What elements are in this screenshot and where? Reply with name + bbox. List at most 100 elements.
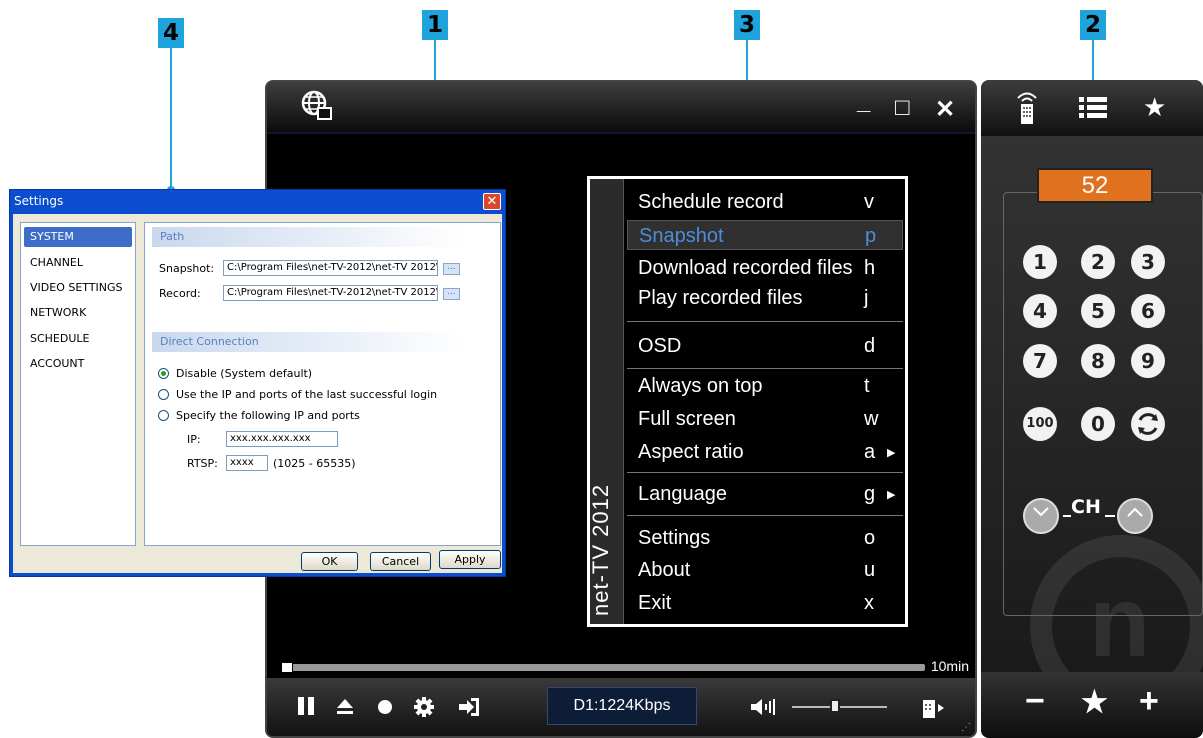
key-5[interactable]: 5 [1081, 294, 1115, 328]
submenu-arrow-icon: ▶ [887, 489, 896, 501]
eject-icon[interactable] [335, 696, 355, 720]
volume-knob[interactable] [830, 699, 840, 713]
menu-item-always-on-top[interactable]: Always on top t [627, 371, 903, 401]
playback-progress-bar[interactable] [281, 662, 925, 673]
ch-line-left [1063, 515, 1071, 517]
remote-icon[interactable] [1015, 90, 1039, 130]
key-6[interactable]: 6 [1131, 294, 1165, 328]
menu-item-label: Language [638, 483, 727, 505]
duration-label: 10min [930, 658, 969, 674]
close-button[interactable]: ✕ [935, 98, 955, 122]
gear-icon[interactable] [413, 696, 435, 722]
nav-item-schedule[interactable]: SCHEDULE [24, 329, 132, 349]
menu-item-key: g [864, 483, 876, 505]
volume-down-button[interactable]: − [1025, 684, 1045, 718]
menu-separator [627, 472, 903, 473]
bitrate-display: D1:1224Kbps [547, 687, 697, 725]
maximize-button[interactable]: □ [895, 96, 910, 120]
globe-icon[interactable] [301, 90, 333, 127]
player-titlebar[interactable]: _ □ ✕ [267, 82, 975, 134]
progress-knob[interactable] [281, 662, 293, 673]
resize-grip-icon[interactable]: ⋰ [961, 723, 971, 733]
key-2[interactable]: 2 [1081, 245, 1115, 279]
key-1[interactable]: 1 [1023, 245, 1057, 279]
menu-item-label: About [638, 559, 691, 581]
context-menu: net-TV 2012 Schedule record v Snapshot p D… [587, 176, 908, 627]
menu-side-banner: net-TV 2012 [588, 179, 624, 624]
menu-item-key: p [865, 225, 877, 247]
channel-up-button[interactable] [1117, 498, 1153, 534]
dialog-close-button[interactable]: ✕ [483, 193, 501, 210]
menu-item-snapshot[interactable]: Snapshot p [627, 220, 903, 250]
menu-item-label: Exit [638, 592, 672, 614]
nav-item-channel[interactable]: CHANNEL [24, 253, 132, 273]
menu-item-aspect-ratio[interactable]: Aspect ratio a ▶ [627, 437, 903, 467]
key-100[interactable]: 100 [1023, 407, 1057, 441]
snapshot-path-field[interactable]: C:\Program Files\net-TV-2012\net-TV 2012… [223, 260, 438, 276]
key-3[interactable]: 3 [1131, 245, 1165, 279]
direct-connection-header: Direct Connection [152, 332, 464, 352]
menu-item-key: o [864, 527, 876, 549]
nav-item-video-settings[interactable]: VIDEO SETTINGS [24, 278, 132, 298]
pause-icon[interactable] [297, 696, 315, 720]
key-8[interactable]: 8 [1081, 344, 1115, 378]
record-icon[interactable] [375, 696, 395, 720]
add-favorite-star-icon[interactable]: ★ [1081, 686, 1108, 720]
option-last-login-label: Use the IP and ports of the last success… [176, 388, 438, 401]
radio-disable[interactable] [158, 368, 169, 379]
menu-item-download-recorded[interactable]: Download recorded files h [627, 253, 903, 283]
menu-item-label: Play recorded files [638, 287, 803, 309]
cancel-button[interactable]: Cancel [370, 552, 431, 571]
key-9[interactable]: 9 [1131, 344, 1165, 378]
apply-button[interactable]: Apply [439, 550, 501, 569]
channel-down-button[interactable] [1023, 498, 1059, 534]
nav-item-system[interactable]: SYSTEM [24, 227, 132, 247]
menu-item-label: Full screen [638, 408, 736, 430]
recall-icon[interactable] [1131, 407, 1165, 441]
menu-item-label: Aspect ratio [638, 441, 744, 463]
menu-item-settings[interactable]: Settings o [627, 523, 903, 553]
record-path-field[interactable]: C:\Program Files\net-TV-2012\net-TV 2012… [223, 285, 438, 301]
menu-item-language[interactable]: Language g ▶ [627, 479, 903, 509]
menu-item-about[interactable]: About u [627, 555, 903, 585]
menu-item-exit[interactable]: Exit x [627, 588, 903, 618]
nav-item-network[interactable]: NETWORK [24, 303, 132, 323]
menu-item-osd[interactable]: OSD d [627, 331, 903, 361]
callout-4: 4 [158, 18, 184, 48]
key-4[interactable]: 4 [1023, 294, 1057, 328]
menu-item-key: h [864, 257, 876, 279]
menu-item-key: a [864, 441, 876, 463]
menu-item-key: x [864, 592, 874, 614]
settings-content: Path Snapshot: C:\Program Files\net-TV-2… [144, 222, 501, 546]
favorites-star-icon[interactable]: ★ [1143, 94, 1166, 120]
ip-field[interactable]: xxx.xxx.xxx.xxx [226, 431, 338, 447]
snapshot-browse-button[interactable]: ... [443, 263, 460, 275]
rtsp-field[interactable]: xxxx [226, 455, 268, 471]
menu-item-full-screen[interactable]: Full screen w [627, 404, 903, 434]
record-browse-button[interactable]: ... [443, 288, 460, 300]
remote-toolbar: ★ [981, 80, 1203, 136]
menu-item-schedule-record[interactable]: Schedule record v [627, 187, 903, 217]
login-icon[interactable] [457, 696, 483, 722]
ch-label: CH [1071, 496, 1101, 518]
nav-item-account[interactable]: ACCOUNT [24, 354, 132, 374]
remote-toggle-icon[interactable] [921, 696, 947, 724]
menu-item-key: d [864, 335, 876, 357]
option-disable-label: Disable (System default) [176, 367, 313, 380]
key-0[interactable]: 0 [1081, 407, 1115, 441]
key-7[interactable]: 7 [1023, 344, 1057, 378]
radio-last-login[interactable] [158, 389, 169, 400]
menu-item-play-recorded[interactable]: Play recorded files j [627, 283, 903, 313]
menu-separator [627, 368, 903, 369]
volume-icon[interactable] [749, 696, 783, 722]
menu-item-label: Download recorded files [638, 257, 853, 279]
menu-item-key: t [864, 375, 870, 397]
channel-list-icon[interactable] [1079, 96, 1107, 124]
rtsp-range-label: (1025 - 65535) [273, 457, 356, 470]
minimize-button[interactable]: _ [857, 90, 870, 114]
radio-specify[interactable] [158, 410, 169, 421]
volume-up-button[interactable]: + [1139, 684, 1159, 718]
menu-separator [627, 515, 903, 516]
ok-button[interactable]: OK [301, 552, 358, 571]
settings-dialog: Settings ✕ SYSTEM CHANNEL VIDEO SETTINGS… [9, 189, 506, 577]
